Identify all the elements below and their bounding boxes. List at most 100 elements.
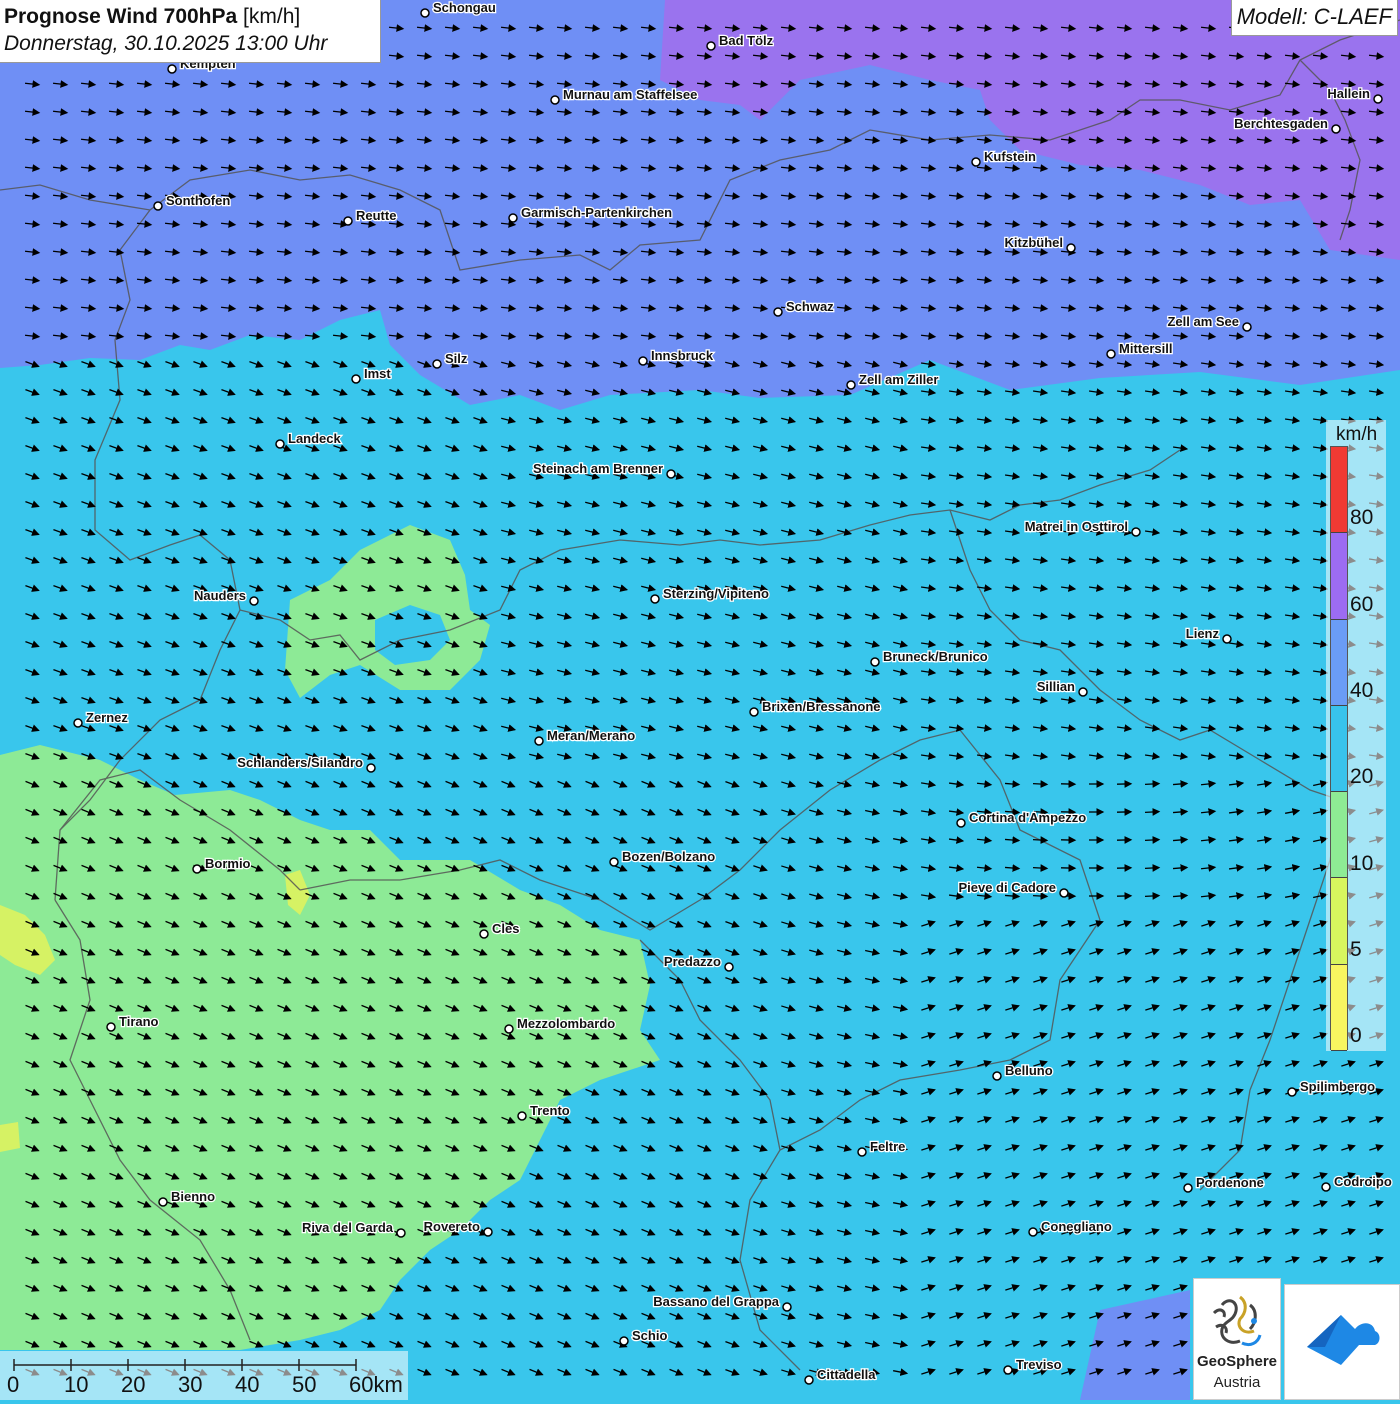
city-zell-am-ziller[interactable]: Zell am Ziller: [847, 372, 938, 389]
city-marker: [518, 1112, 526, 1120]
legend-tick-label: 5: [1350, 938, 1362, 962]
city-matrei-in-osttirol[interactable]: Matrei in Osttirol: [1025, 519, 1140, 536]
city-meran-merano[interactable]: Meran/Merano: [535, 728, 635, 745]
city-berchtesgaden[interactable]: Berchtesgaden: [1234, 116, 1340, 133]
geosphere-logo[interactable]: GeoSphere Austria: [1193, 1278, 1281, 1400]
city-marker: [707, 42, 715, 50]
wind-arrow: [1145, 896, 1159, 897]
city-label: Berchtesgaden: [1234, 116, 1328, 131]
city-innsbruck[interactable]: Innsbruck: [639, 348, 714, 365]
city-sonthofen[interactable]: Sonthofen: [154, 193, 230, 210]
city-riva-del-garda[interactable]: Riva del Garda: [302, 1220, 405, 1237]
wind-zone-5-10-edge: [0, 1122, 20, 1152]
city-marker: [480, 930, 488, 938]
city-label: Cles: [492, 921, 519, 936]
city-garmisch-partenkirchen[interactable]: Garmisch-Partenkirchen: [509, 205, 672, 222]
city-marker: [957, 819, 965, 827]
city-sterzing-vipiteno[interactable]: Sterzing/Vipiteno: [651, 586, 769, 603]
city-label: Hallein: [1327, 86, 1370, 101]
city-marker: [1107, 350, 1115, 358]
app-logo-icon: [1285, 1285, 1399, 1399]
city-label: Conegliano: [1041, 1219, 1112, 1234]
city-pordenone[interactable]: Pordenone: [1184, 1175, 1264, 1192]
legend-swatch: [1331, 878, 1347, 964]
city-marker: [1029, 1228, 1037, 1236]
city-marker: [1374, 95, 1382, 103]
city-label: Predazzo: [664, 954, 721, 969]
legend-swatch: [1331, 620, 1347, 706]
city-marker: [509, 214, 517, 222]
city-marker: [344, 217, 352, 225]
city-marker: [193, 865, 201, 873]
legend-swatch: [1331, 792, 1347, 878]
legend-swatch: [1331, 447, 1347, 533]
map-title: Prognose Wind 700hPa [km/h]: [4, 4, 376, 30]
city-marker: [1060, 889, 1068, 897]
city-label: Zell am See: [1167, 314, 1239, 329]
city-marker: [159, 1198, 167, 1206]
city-marker: [551, 96, 559, 104]
city-label: Pieve di Cadore: [958, 880, 1056, 895]
city-steinach-am-brenner[interactable]: Steinach am Brenner: [533, 461, 675, 478]
city-marker: [421, 9, 429, 17]
city-marker: [620, 1337, 628, 1345]
app-logo[interactable]: [1284, 1284, 1400, 1400]
city-label: Reutte: [356, 208, 396, 223]
wind-map[interactable]: SchongauBad TölzKemptenMurnau am Staffel…: [0, 0, 1400, 1400]
city-marker: [667, 470, 675, 478]
legend-swatch: [1331, 965, 1347, 1051]
legend-color-bar: [1330, 446, 1348, 1050]
city-marker: [250, 597, 258, 605]
wind-arrow: [1145, 868, 1159, 869]
city-spilimbergo[interactable]: Spilimbergo: [1288, 1079, 1375, 1096]
city-schongau[interactable]: Schongau: [421, 0, 496, 17]
city-mezzolombardo[interactable]: Mezzolombardo: [505, 1016, 615, 1033]
city-schlanders-silandro[interactable]: Schlanders/Silandro: [237, 755, 375, 772]
city-brixen-bressanone[interactable]: Brixen/Bressanone: [750, 699, 881, 716]
scale-label: 10: [64, 1372, 88, 1398]
city-murnau-am-staffelsee[interactable]: Murnau am Staffelsee: [551, 87, 697, 104]
model-label: Modell: C-LAEF: [1231, 0, 1398, 36]
city-bruneck-brunico[interactable]: Bruneck/Brunico: [871, 649, 988, 666]
city-marker: [972, 158, 980, 166]
city-label: Riva del Garda: [302, 1220, 394, 1235]
legend-tick-label: 60: [1350, 593, 1373, 617]
city-label: Landeck: [288, 431, 342, 446]
city-marker: [858, 1148, 866, 1156]
city-marker: [484, 1228, 492, 1236]
city-label: Imst: [364, 366, 391, 381]
city-marker: [993, 1072, 1001, 1080]
city-cortina-d-ampezzo[interactable]: Cortina d'Ampezzo: [957, 810, 1086, 827]
city-label: Schlanders/Silandro: [237, 755, 363, 770]
legend-swatch: [1331, 706, 1347, 792]
city-label: Bormio: [205, 856, 251, 871]
city-label: Bassano del Grappa: [653, 1294, 779, 1309]
city-marker: [107, 1023, 115, 1031]
city-marker: [639, 357, 647, 365]
scale-label: 20: [121, 1372, 145, 1398]
city-marker: [774, 308, 782, 316]
city-label: Mittersill: [1119, 341, 1172, 356]
city-bassano-del-grappa[interactable]: Bassano del Grappa: [653, 1294, 791, 1311]
city-marker: [352, 375, 360, 383]
city-marker: [783, 1303, 791, 1311]
scale-bar: 0102030405060km: [0, 1351, 408, 1400]
city-zell-am-see[interactable]: Zell am See: [1167, 314, 1251, 331]
wind-arrow: [1145, 784, 1159, 785]
city-marker: [276, 440, 284, 448]
city-label: Spilimbergo: [1300, 1079, 1375, 1094]
city-label: Bruneck/Brunico: [883, 649, 988, 664]
city-label: Meran/Merano: [547, 728, 635, 743]
title-main: Prognose Wind 700hPa: [4, 5, 237, 28]
color-legend: km/h 806040201050: [1326, 420, 1386, 1051]
city-bozen-bolzano[interactable]: Bozen/Bolzano: [610, 849, 715, 866]
city-label: Garmisch-Partenkirchen: [521, 205, 672, 220]
city-marker: [1223, 635, 1231, 643]
city-conegliano[interactable]: Conegliano: [1029, 1219, 1112, 1236]
city-label: Brixen/Bressanone: [762, 699, 881, 714]
city-label: Zell am Ziller: [859, 372, 938, 387]
scale-label: 30: [178, 1372, 202, 1398]
city-label: Pordenone: [1196, 1175, 1264, 1190]
city-label: Bad Tölz: [719, 33, 774, 48]
city-pieve-di-cadore[interactable]: Pieve di Cadore: [958, 880, 1068, 897]
